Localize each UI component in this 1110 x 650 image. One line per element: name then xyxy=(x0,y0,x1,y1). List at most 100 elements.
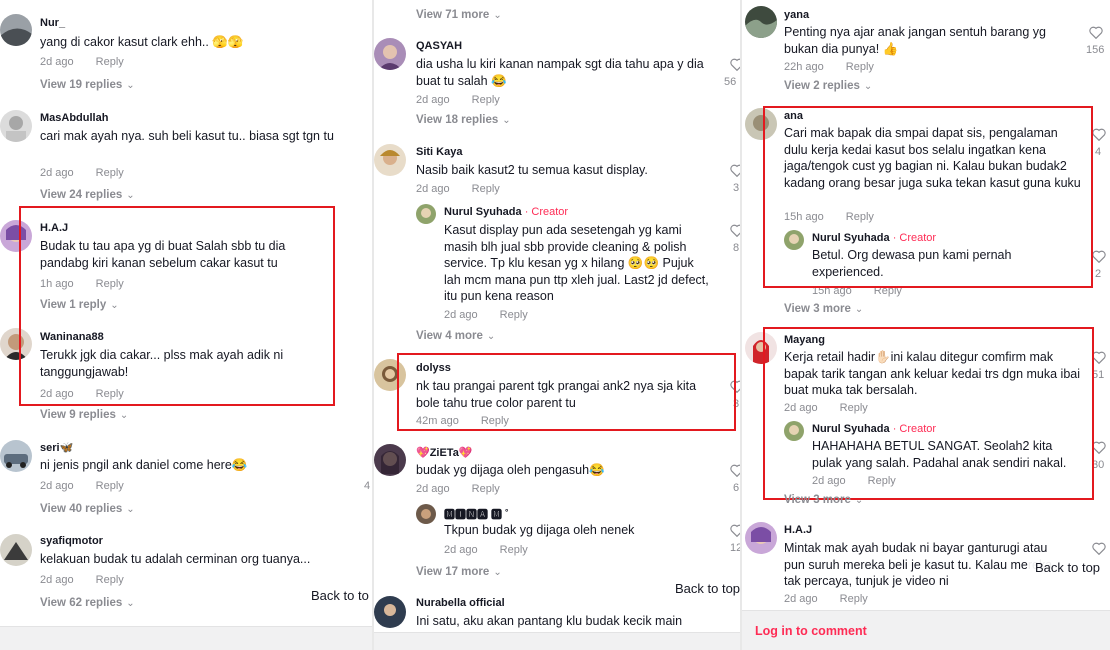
heart-outline-icon[interactable] xyxy=(730,58,740,72)
like-count: 4 xyxy=(1095,146,1102,158)
heart-outline-icon[interactable] xyxy=(1092,542,1106,556)
comment-text: dia usha lu kiri kanan nampak sgt dia ta… xyxy=(416,57,704,88)
heart-outline-icon[interactable] xyxy=(730,524,740,538)
reply-button[interactable]: Reply xyxy=(840,593,868,605)
avatar[interactable] xyxy=(374,444,406,476)
view-replies-link[interactable]: View 18 replies ⌄ xyxy=(416,114,511,126)
avatar[interactable] xyxy=(0,14,32,46)
reply-button[interactable]: Reply xyxy=(472,483,500,495)
comment-text: Penting nya ajar anak jangan sentuh bara… xyxy=(784,25,1046,56)
reply-button[interactable]: Reply xyxy=(96,56,124,68)
bottom-bar: Log in to comment xyxy=(742,610,1110,650)
chevron-down-icon: ⌄ xyxy=(126,598,135,609)
comment-username[interactable]: Nurabella official xyxy=(416,597,505,609)
chevron-down-icon: ⌄ xyxy=(126,504,135,515)
avatar[interactable] xyxy=(745,6,777,38)
comments-panel-right: yana Penting nya ajar anak jangan sentuh… xyxy=(742,0,1110,650)
creator-badge: · Creator xyxy=(524,206,569,218)
comment-text: budak yg dijaga oleh pengasuh😂 xyxy=(416,463,605,477)
heart-outline-icon[interactable] xyxy=(1092,250,1106,264)
comment-meta: 2d ago Reply xyxy=(444,544,528,556)
like-count: 12 xyxy=(730,542,740,554)
reply-button[interactable]: Reply xyxy=(472,94,500,106)
reply-button[interactable]: Reply xyxy=(96,167,124,179)
comment-username[interactable]: 💖ZiETa💖 xyxy=(416,446,473,459)
comment-username[interactable]: MasAbdullah xyxy=(40,112,108,124)
comment-username[interactable]: Siti Kaya xyxy=(416,146,462,158)
reply-button[interactable]: Reply xyxy=(500,309,528,321)
chevron-down-icon: ⌄ xyxy=(119,410,129,421)
comment-text: kelakuan budak tu adalah cerminan org tu… xyxy=(40,552,311,566)
avatar[interactable] xyxy=(374,38,406,70)
view-more-link[interactable]: View 4 more ⌄ xyxy=(416,330,495,342)
reply-button[interactable]: Reply xyxy=(96,480,124,492)
back-to-top-button[interactable]: Back to to xyxy=(303,584,372,607)
like-count: 8 xyxy=(733,242,740,254)
avatar[interactable] xyxy=(745,522,777,554)
view-replies-link[interactable]: View 9 replies ⌄ xyxy=(40,409,128,421)
highlight-box xyxy=(763,327,1094,500)
heart-outline-icon[interactable] xyxy=(730,464,740,478)
comment-username[interactable]: Nurul Syuhada · Creator xyxy=(444,206,568,218)
heart-outline-icon[interactable] xyxy=(730,224,740,238)
comment-username[interactable]: seri🦋 xyxy=(40,441,73,454)
comment-age: 2d ago xyxy=(40,574,74,586)
chevron-down-icon: ⌄ xyxy=(493,10,502,21)
view-replies-link[interactable]: View 24 replies ⌄ xyxy=(40,189,135,201)
comment-username[interactable]: QASYAH xyxy=(416,40,462,52)
comment-username[interactable]: Nur_ xyxy=(40,17,65,29)
like-count: 6 xyxy=(733,482,740,494)
avatar[interactable] xyxy=(0,110,32,142)
reply-button[interactable]: Reply xyxy=(96,574,124,586)
comment-meta: 2d ago Reply xyxy=(784,593,868,605)
comment-username[interactable]: H.A.J xyxy=(784,524,812,536)
avatar[interactable] xyxy=(0,440,32,472)
comment-meta: 2d ago Reply xyxy=(40,574,124,586)
view-more-link[interactable]: View 3 more ⌄ xyxy=(784,494,863,506)
view-more-link[interactable]: View 3 more ⌄ xyxy=(784,303,863,315)
heart-outline-icon[interactable] xyxy=(1089,26,1103,40)
chevron-down-icon: ⌄ xyxy=(126,80,135,91)
like-count: 156 xyxy=(1086,44,1105,56)
reply-button[interactable]: Reply xyxy=(472,183,500,195)
comment-age: 2d ago xyxy=(416,94,450,106)
comment-text: cari mak ayah nya. suh beli kasut tu.. b… xyxy=(40,129,334,143)
heart-outline-icon[interactable] xyxy=(1092,128,1106,142)
heart-outline-icon[interactable] xyxy=(1092,441,1106,455)
chevron-down-icon: ⌄ xyxy=(502,115,511,126)
back-to-top-button[interactable]: Back to top xyxy=(667,577,740,600)
comment-age: 2d ago xyxy=(784,593,818,605)
view-more-link[interactable]: View 17 more ⌄ xyxy=(416,566,502,578)
back-to-top-button[interactable]: Back to top xyxy=(1027,556,1109,579)
avatar[interactable] xyxy=(374,596,406,628)
view-replies-link[interactable]: View 19 replies ⌄ xyxy=(40,79,135,91)
heart-outline-icon[interactable] xyxy=(730,164,740,178)
comment-meta: 2d ago Reply xyxy=(40,167,124,179)
reply-button[interactable]: Reply xyxy=(500,544,528,556)
like-count: 4 xyxy=(364,480,371,492)
comment-username[interactable]: yana xyxy=(784,9,809,21)
comment-meta: 22h ago Reply xyxy=(784,61,874,73)
comment-username[interactable]: syafiqmotor xyxy=(40,535,103,547)
login-to-comment-link[interactable]: Log in to comment xyxy=(755,624,867,638)
avatar[interactable] xyxy=(416,504,436,524)
avatar[interactable] xyxy=(416,204,436,224)
comment-age: 22h ago xyxy=(784,61,824,73)
comment-text: Mintak mak ayah budak ni bayar ganturugi… xyxy=(784,541,1053,588)
view-replies-link[interactable]: View 62 replies ⌄ xyxy=(40,597,135,609)
avatar[interactable] xyxy=(0,534,32,566)
view-more-link[interactable]: View 71 more ⌄ xyxy=(416,9,502,21)
comment-age: 2d ago xyxy=(40,56,74,68)
comment-meta: 2d ago Reply xyxy=(416,183,500,195)
view-replies-link[interactable]: View 2 replies ⌄ xyxy=(784,80,872,92)
chevron-down-icon: ⌄ xyxy=(486,331,496,342)
reply-button[interactable]: Reply xyxy=(846,61,874,73)
highlight-box xyxy=(19,206,335,406)
heart-outline-icon[interactable] xyxy=(1092,351,1106,365)
avatar[interactable] xyxy=(374,144,406,176)
chevron-down-icon: ⌄ xyxy=(493,567,502,578)
comment-meta: 2d ago Reply xyxy=(444,309,528,321)
comment-text: Kasut display pun ada sesetengah yg kami… xyxy=(444,223,709,303)
view-replies-link[interactable]: View 40 replies ⌄ xyxy=(40,503,135,515)
comment-username[interactable]: 🅼🅸🅽🅰 🅼 ˚ xyxy=(444,506,509,522)
